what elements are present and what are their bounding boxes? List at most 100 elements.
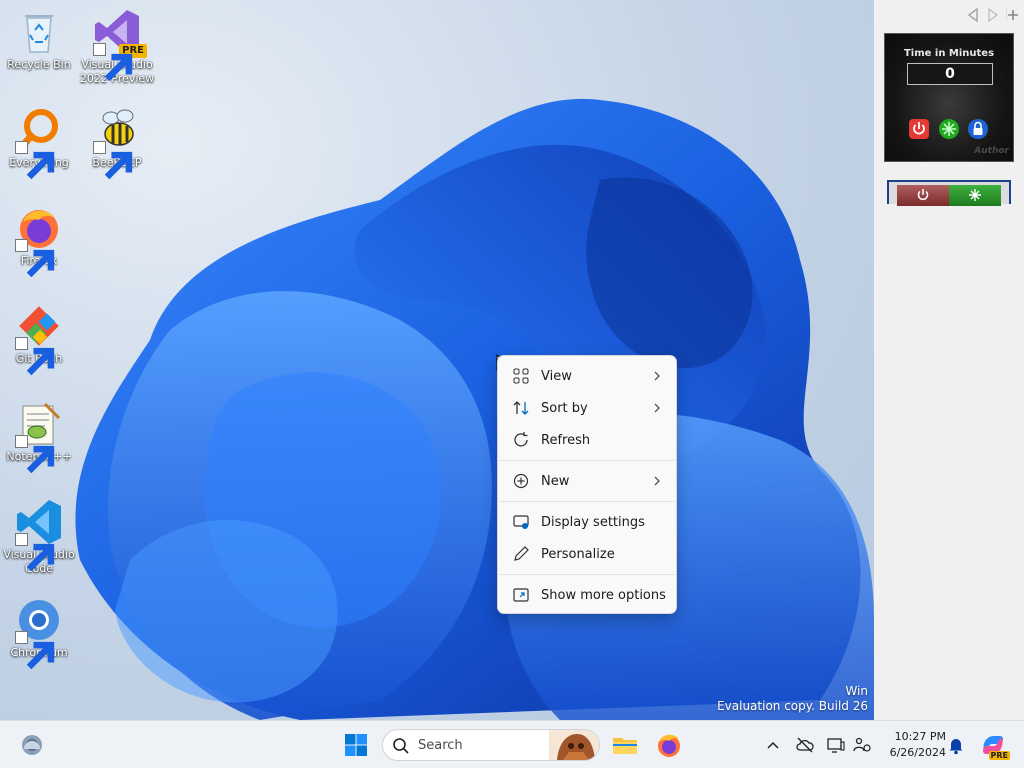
notifications-button[interactable] xyxy=(946,735,966,755)
desktop-icon-git-bash[interactable]: Git Bash xyxy=(0,302,78,376)
refresh-icon xyxy=(512,431,530,449)
menu-item-label: Sort by xyxy=(541,400,588,416)
display-icon xyxy=(512,513,530,531)
copilot-button[interactable]: PRE xyxy=(980,732,1010,760)
shortcut-arrow-icon xyxy=(93,141,133,180)
restart-spark-icon xyxy=(969,189,981,201)
weather-widget-icon xyxy=(22,735,42,755)
sidebar-prev-button[interactable] xyxy=(966,6,980,24)
menu-item-sort-by[interactable]: Sort by xyxy=(498,392,676,424)
sidebar-add-button[interactable] xyxy=(1006,6,1020,24)
menu-item-refresh[interactable]: Refresh xyxy=(498,424,676,456)
chevron-right-icon xyxy=(654,476,660,486)
restart-button[interactable] xyxy=(938,118,960,140)
desktop-icon-firefox[interactable]: Firefox xyxy=(0,204,78,278)
everything-search-icon xyxy=(15,106,63,180)
menu-item-label: New xyxy=(541,473,570,489)
timer-brand: Author xyxy=(974,146,1009,156)
restart-spark-icon xyxy=(939,119,959,139)
taskbar-firefox[interactable] xyxy=(655,731,683,759)
menu-item-label: Display settings xyxy=(541,514,645,530)
accessibility-tray-button[interactable] xyxy=(852,735,872,755)
desktop[interactable]: Recycle Bin PRE Visual Studio 2022 Previ… xyxy=(0,0,874,720)
menu-item-label: Personalize xyxy=(541,546,615,562)
copilot-pre-badge: PRE xyxy=(988,751,1010,760)
shortcut-arrow-icon xyxy=(15,141,55,180)
shutdown-timer-widget: Time in Minutes 0 Author xyxy=(884,33,1014,162)
lock-button[interactable] xyxy=(967,118,989,140)
desktop-icon-visual-studio-2022-preview[interactable]: PRE Visual Studio 2022 Preview xyxy=(78,8,156,86)
watermark-line-2: Evaluation copy. Build 26 xyxy=(717,699,868,713)
desktop-icon-label: Recycle Bin xyxy=(7,58,71,71)
shortcut-arrow-icon xyxy=(15,631,55,670)
lock-icon xyxy=(968,119,988,139)
evaluation-watermark: Win Evaluation copy. Build 26 xyxy=(717,684,868,714)
menu-item-new[interactable]: New xyxy=(498,465,676,497)
mini-power-button[interactable] xyxy=(897,185,949,206)
desktop-icon-vscode[interactable]: Visual Studio Code xyxy=(0,498,78,576)
widget-sidebar: Time in Minutes 0 Author xyxy=(874,0,1024,720)
folder-icon xyxy=(613,738,637,754)
show-hidden-icons-button[interactable] xyxy=(763,735,783,755)
chevron-right-icon xyxy=(654,403,660,413)
taskbar-file-explorer[interactable] xyxy=(611,731,639,759)
search-icon xyxy=(392,737,410,755)
git-bash-icon xyxy=(15,302,63,376)
firefox-icon xyxy=(658,734,680,757)
clock-date: 6/26/2024 xyxy=(889,746,946,759)
sidebar-nav xyxy=(966,6,1020,24)
desktop-icon-chromium[interactable]: Chromium xyxy=(0,596,78,670)
pen-icon xyxy=(512,545,530,563)
menu-item-show-more-options[interactable]: Show more options xyxy=(498,579,676,611)
menu-item-label: Refresh xyxy=(541,432,591,448)
plus-circle-icon xyxy=(512,472,530,490)
bee-icon xyxy=(93,106,141,180)
sort-arrows-icon xyxy=(512,399,530,417)
desktop-icon-beebeep[interactable]: BeeBEEP xyxy=(78,106,156,180)
shortcut-arrow-icon xyxy=(15,435,55,474)
desktop-context-menu: View Sort by Refresh New Display setting… xyxy=(497,355,677,614)
menu-separator xyxy=(499,574,675,575)
menu-item-label: View xyxy=(541,368,572,384)
power-icon xyxy=(909,119,929,139)
taskbar-clock[interactable]: 10:27 PM 6/26/2024 xyxy=(880,729,946,761)
grid-view-icon xyxy=(512,367,530,385)
bell-icon xyxy=(949,739,963,755)
desktop-icon-recycle-bin[interactable]: Recycle Bin xyxy=(0,8,78,72)
widgets-button[interactable] xyxy=(18,731,46,759)
onedrive-tray-button[interactable] xyxy=(795,735,815,755)
chevron-right-icon xyxy=(654,371,660,381)
triangle-left-icon xyxy=(968,7,978,23)
menu-item-personalize[interactable]: Personalize xyxy=(498,538,676,570)
menu-item-display-settings[interactable]: Display settings xyxy=(498,506,676,538)
shortcut-arrow-icon xyxy=(15,239,55,278)
start-button[interactable] xyxy=(342,731,370,759)
recycle-bin-icon xyxy=(15,8,63,56)
timer-label: Time in Minutes xyxy=(903,48,995,59)
settings-person-icon xyxy=(853,737,871,752)
display-network-icon xyxy=(827,738,845,753)
menu-separator xyxy=(499,460,675,461)
shortcut-arrow-icon xyxy=(15,337,55,376)
sidebar-next-button[interactable] xyxy=(986,6,1000,24)
mini-restart-button[interactable] xyxy=(949,185,1001,206)
network-tray-button[interactable] xyxy=(826,735,846,755)
menu-item-view[interactable]: View xyxy=(498,360,676,392)
desktop-icon-everything[interactable]: Everything xyxy=(0,106,78,180)
timer-mini-bar xyxy=(887,180,1011,206)
firefox-icon xyxy=(15,204,63,278)
power-icon xyxy=(917,189,929,201)
expand-icon xyxy=(512,586,530,604)
plus-icon xyxy=(1006,9,1018,21)
timer-minutes-input[interactable]: 0 xyxy=(907,63,993,85)
vscode-icon xyxy=(15,498,63,572)
shortcut-arrow-icon xyxy=(15,533,55,572)
search-placeholder: Search xyxy=(418,738,463,753)
windows-logo-icon xyxy=(345,734,367,756)
taskbar-search-box[interactable]: Search xyxy=(382,729,600,761)
power-button[interactable] xyxy=(908,118,930,140)
desktop-icon-notepad-plus-plus[interactable]: Notepad++ xyxy=(0,400,78,474)
clock-time: 10:27 PM xyxy=(894,730,946,743)
chromium-icon xyxy=(15,596,63,670)
search-highlight-art-icon xyxy=(549,730,599,760)
